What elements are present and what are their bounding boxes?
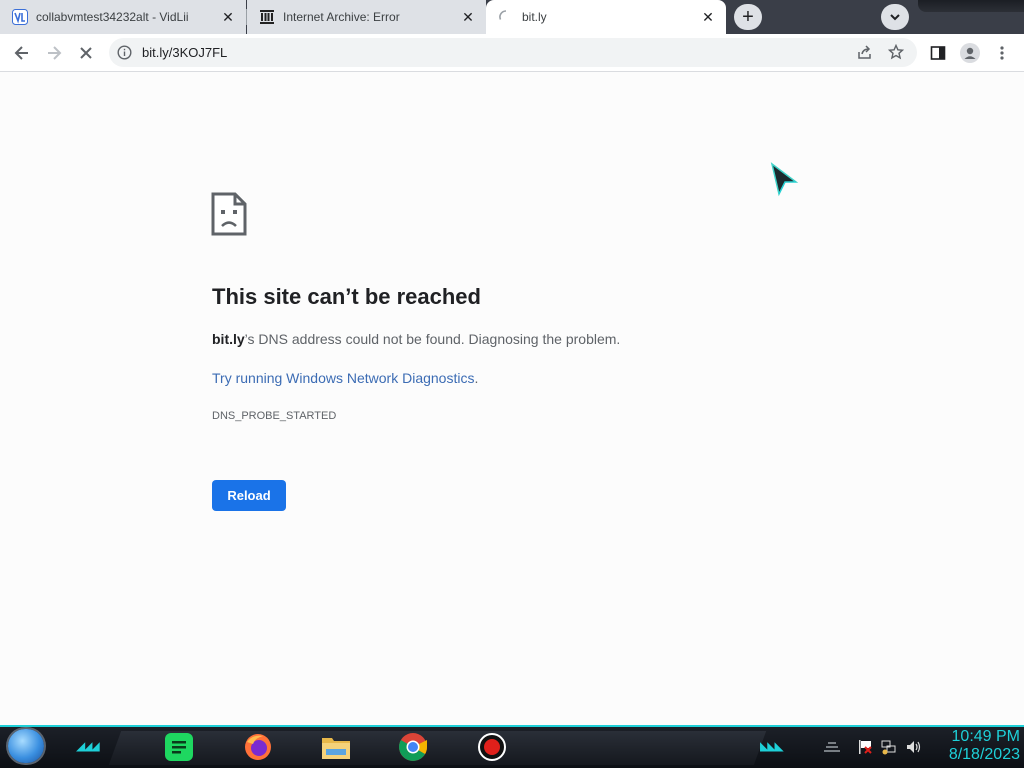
archive-icon <box>259 9 275 25</box>
firefox-icon[interactable] <box>242 731 274 763</box>
network-diagnostics-link[interactable]: Try running Windows Network Diagnostics <box>212 370 474 386</box>
menu-button[interactable] <box>989 40 1015 66</box>
chrome-icon[interactable] <box>397 731 429 763</box>
tab-internet-archive[interactable]: Internet Archive: Error ✕ <box>247 0 486 34</box>
profile-button[interactable] <box>957 40 983 66</box>
back-button[interactable] <box>9 40 35 66</box>
loading-spinner-icon <box>498 9 514 25</box>
taskbar: ◢◢◢ ◣◣◣ 10:49 PM 8/18/2023 <box>0 725 1024 768</box>
system-clock[interactable]: 10:49 PM 8/18/2023 <box>930 728 1020 764</box>
file-explorer-icon[interactable] <box>320 731 352 763</box>
tab-bitly[interactable]: bit.ly ✕ <box>486 0 726 34</box>
share-icon[interactable] <box>857 44 873 65</box>
clock-time: 10:49 PM <box>951 728 1020 745</box>
taskbar-accent-line <box>0 725 1024 727</box>
sad-page-icon <box>211 192 247 241</box>
clock-date: 8/18/2023 <box>948 746 1020 763</box>
taskbar-chevrons-right-icon: ◣◣◣ <box>760 739 784 753</box>
show-hidden-icons-icon[interactable] <box>822 739 840 755</box>
reload-button[interactable]: Reload <box>212 480 286 511</box>
link-suffix: . <box>474 370 479 386</box>
tab-title: collabvmtest34232alt - VidLii <box>36 10 189 24</box>
avatar <box>960 43 980 63</box>
start-orb-button[interactable] <box>8 729 44 763</box>
address-bar[interactable]: bit.ly/3KOJ7FL <box>109 38 917 67</box>
new-tab-button[interactable]: + <box>734 4 762 30</box>
action-center-flag-icon[interactable] <box>857 739 873 755</box>
plus-icon: + <box>742 6 754 28</box>
close-icon[interactable]: ✕ <box>700 9 716 26</box>
diagnostics-line: Try running Windows Network Diagnostics. <box>212 370 478 386</box>
error-description-text: ’s DNS address could not be found. Diagn… <box>244 331 621 347</box>
tab-title: bit.ly <box>522 10 547 24</box>
vidlii-icon <box>12 9 28 25</box>
error-page: This site can’t be reached bit.ly’s DNS … <box>0 72 1024 725</box>
tab-title: Internet Archive: Error <box>283 10 400 24</box>
browser-toolbar: bit.ly/3KOJ7FL <box>0 34 1024 72</box>
error-title: This site can’t be reached <box>212 284 481 309</box>
more-vert-icon <box>1000 46 1004 60</box>
network-icon[interactable] <box>881 739 897 755</box>
chevron-down-icon <box>890 14 900 21</box>
forward-button[interactable] <box>41 40 67 66</box>
mouse-cursor-icon <box>770 162 800 203</box>
error-description: bit.ly’s DNS address could not be found.… <box>212 331 620 347</box>
volume-icon[interactable] <box>905 739 921 755</box>
close-icon[interactable]: ✕ <box>220 9 236 26</box>
close-icon[interactable]: ✕ <box>460 9 476 26</box>
error-code: DNS_PROBE_STARTED <box>212 410 337 422</box>
taskbar-chevrons-left-icon: ◢◢◢ <box>76 739 100 753</box>
forward-arrow-icon <box>48 46 62 60</box>
stop-button[interactable] <box>73 40 99 66</box>
bookmark-star-icon[interactable] <box>887 43 905 65</box>
tab-strip: collabvmtest34232alt - VidLii ✕ Internet… <box>0 0 1024 34</box>
error-host: bit.ly <box>212 331 245 347</box>
url-text[interactable]: bit.ly/3KOJ7FL <box>142 45 227 60</box>
info-icon[interactable] <box>117 45 132 65</box>
close-icon <box>80 47 92 59</box>
taskbar-dock <box>108 731 767 765</box>
back-arrow-icon <box>14 46 28 60</box>
tab-search-button[interactable] <box>881 4 909 30</box>
spotify-icon[interactable] <box>163 731 195 763</box>
tab-vidlii[interactable]: collabvmtest34232alt - VidLii ✕ <box>0 0 246 34</box>
side-panel-button[interactable] <box>925 40 951 66</box>
side-panel-icon <box>930 46 946 60</box>
window-frame-decoration <box>918 0 1024 12</box>
record-icon[interactable] <box>476 731 508 763</box>
